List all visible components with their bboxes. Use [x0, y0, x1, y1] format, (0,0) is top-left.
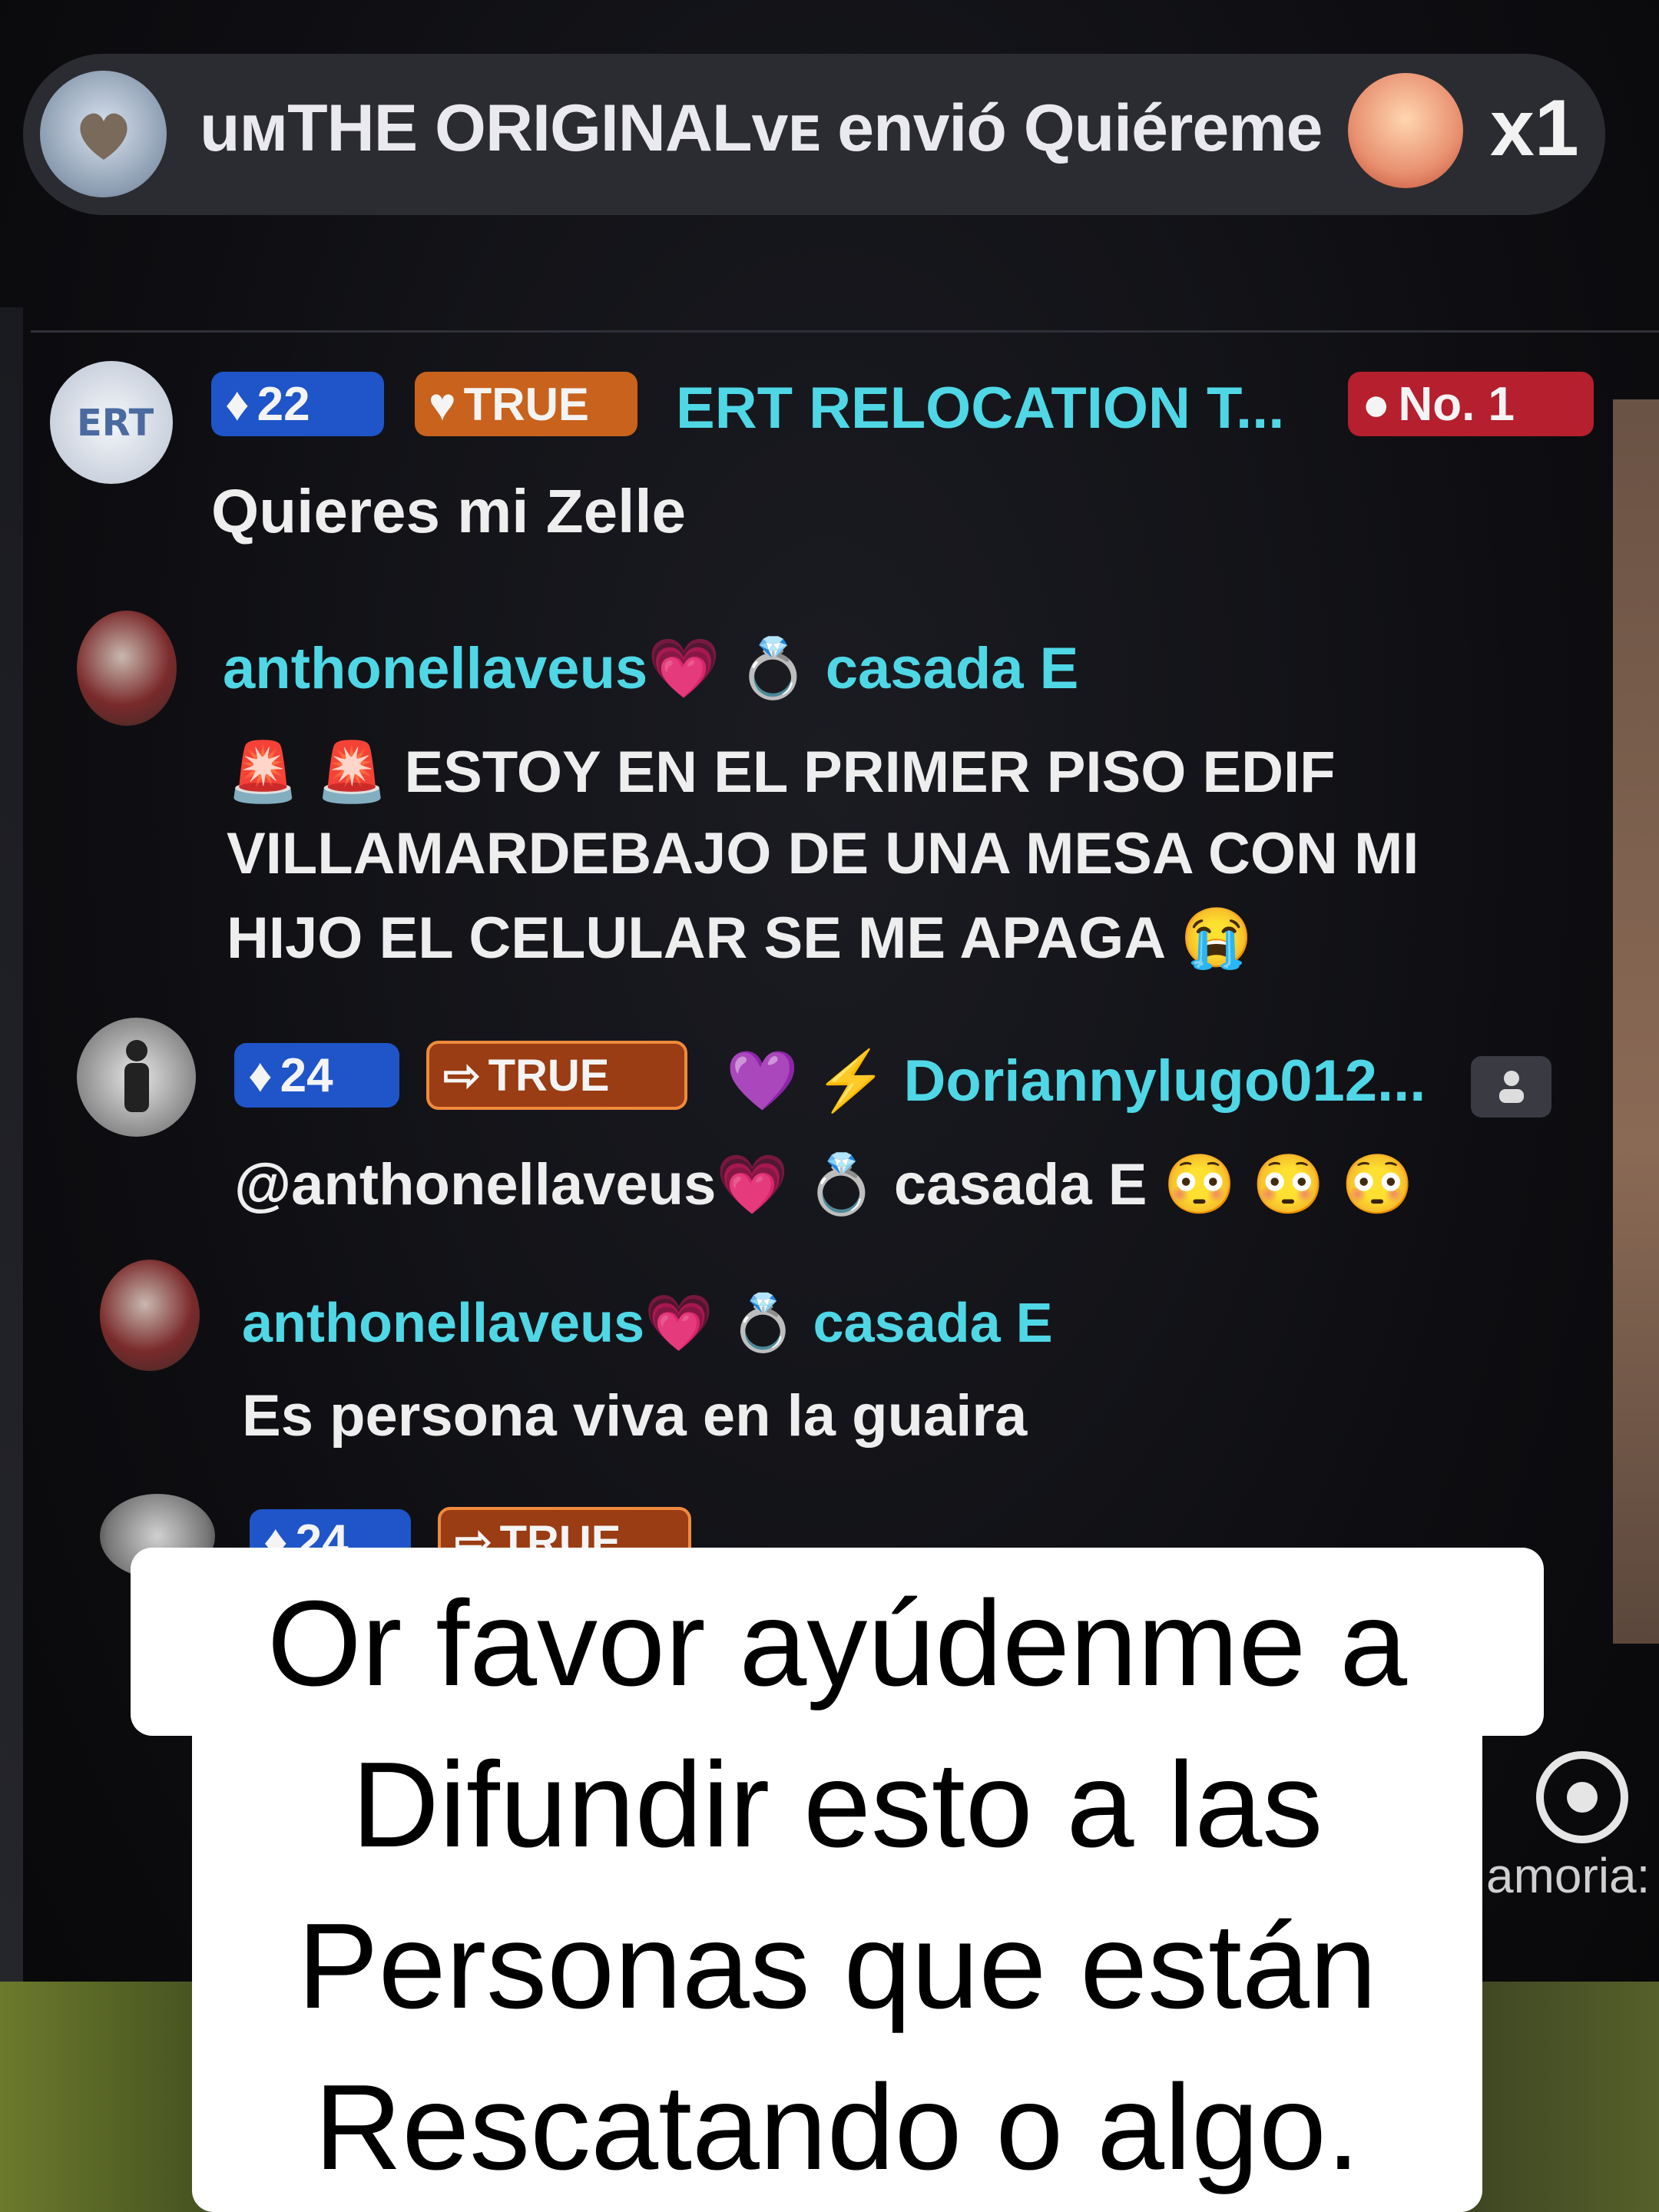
comment-message-line: HIJO EL CELULAR SE ME APAGA 😭 [227, 906, 1253, 971]
diamond-icon: ♦ [225, 377, 250, 431]
avatar[interactable]: ERT [50, 361, 173, 484]
level-value: 24 [280, 1048, 333, 1102]
gift-sender-avatar[interactable] [40, 71, 167, 197]
comment-message: Es persona viva en la guaira [242, 1383, 1028, 1449]
svg-text:ERT: ERT [77, 402, 154, 445]
person-silhouette-icon [124, 1039, 149, 1112]
group-icon [1471, 1056, 1551, 1118]
badge-emblem-icon: ⇨ [443, 1051, 481, 1101]
heart-icon [79, 113, 127, 160]
comment-username[interactable]: anthonellaveus💗 💍 casada E [223, 634, 1078, 703]
true-label: TRUE [463, 378, 589, 430]
right-panel-edge [1613, 399, 1659, 1644]
level-badge: ♦ 24 [234, 1043, 399, 1108]
rank-badge: ● No. 1 [1348, 372, 1594, 436]
ert-logo-icon: ERT [77, 402, 154, 445]
comment-username[interactable]: ERT RELOCATION T... [676, 375, 1284, 442]
gift-banner-text: uмTHE ORIGINALvᴇ envió Quiéreme [200, 91, 1323, 165]
drop-icon: ● [1362, 377, 1391, 431]
level-badge: ♦ 22 [211, 372, 384, 436]
avatar[interactable] [77, 1018, 196, 1137]
comment-username[interactable]: anthonellaveus💗 💍 casada E [242, 1290, 1053, 1356]
true-badge: ⇨ TRUE [426, 1041, 687, 1110]
group-glyph-icon [1498, 1071, 1524, 1103]
comment-username[interactable]: 💜 ⚡ Doriannylugo012... [726, 1046, 1426, 1115]
caption-text: Or favor ayúdenme a Difundir esto a las … [131, 1563, 1544, 2208]
shield-icon: ♥ [429, 378, 456, 430]
avatar[interactable] [77, 611, 177, 726]
rank-label: No. 1 [1398, 377, 1515, 431]
comment-message-line: 🚨 🚨 ESTOY EN EL PRIMER PISO EDIF [227, 740, 1336, 805]
camera-rotate-icon[interactable] [1536, 1751, 1628, 1843]
caption-line: Difundir esto a las [351, 1737, 1323, 1873]
divider [31, 330, 1659, 333]
level-value: 22 [257, 377, 310, 431]
true-badge: ♥ TRUE [415, 372, 637, 436]
gift-count: x1 [1490, 84, 1579, 173]
camera-lens-icon [1567, 1782, 1598, 1813]
quiereme-gift-icon [1348, 73, 1463, 188]
comment-message: Quieres mi Zelle [211, 477, 687, 545]
comment-message-line: VILLAMARDEBAJO DE UNA MESA CON MI [227, 821, 1419, 886]
caption-line: Personas que están [297, 1899, 1377, 2034]
caption-line: Or favor ayúdenme a [267, 1576, 1408, 1711]
avatar[interactable] [100, 1260, 200, 1371]
diamond-icon: ♦ [248, 1048, 273, 1102]
left-panel-edge [0, 307, 23, 1997]
true-label: TRUE [488, 1050, 610, 1101]
comment-message: @anthonellaveus💗 💍 casada E 😳 😳 😳 [234, 1152, 1414, 1217]
caption-line: Rescatando o algo. [314, 2060, 1360, 2195]
